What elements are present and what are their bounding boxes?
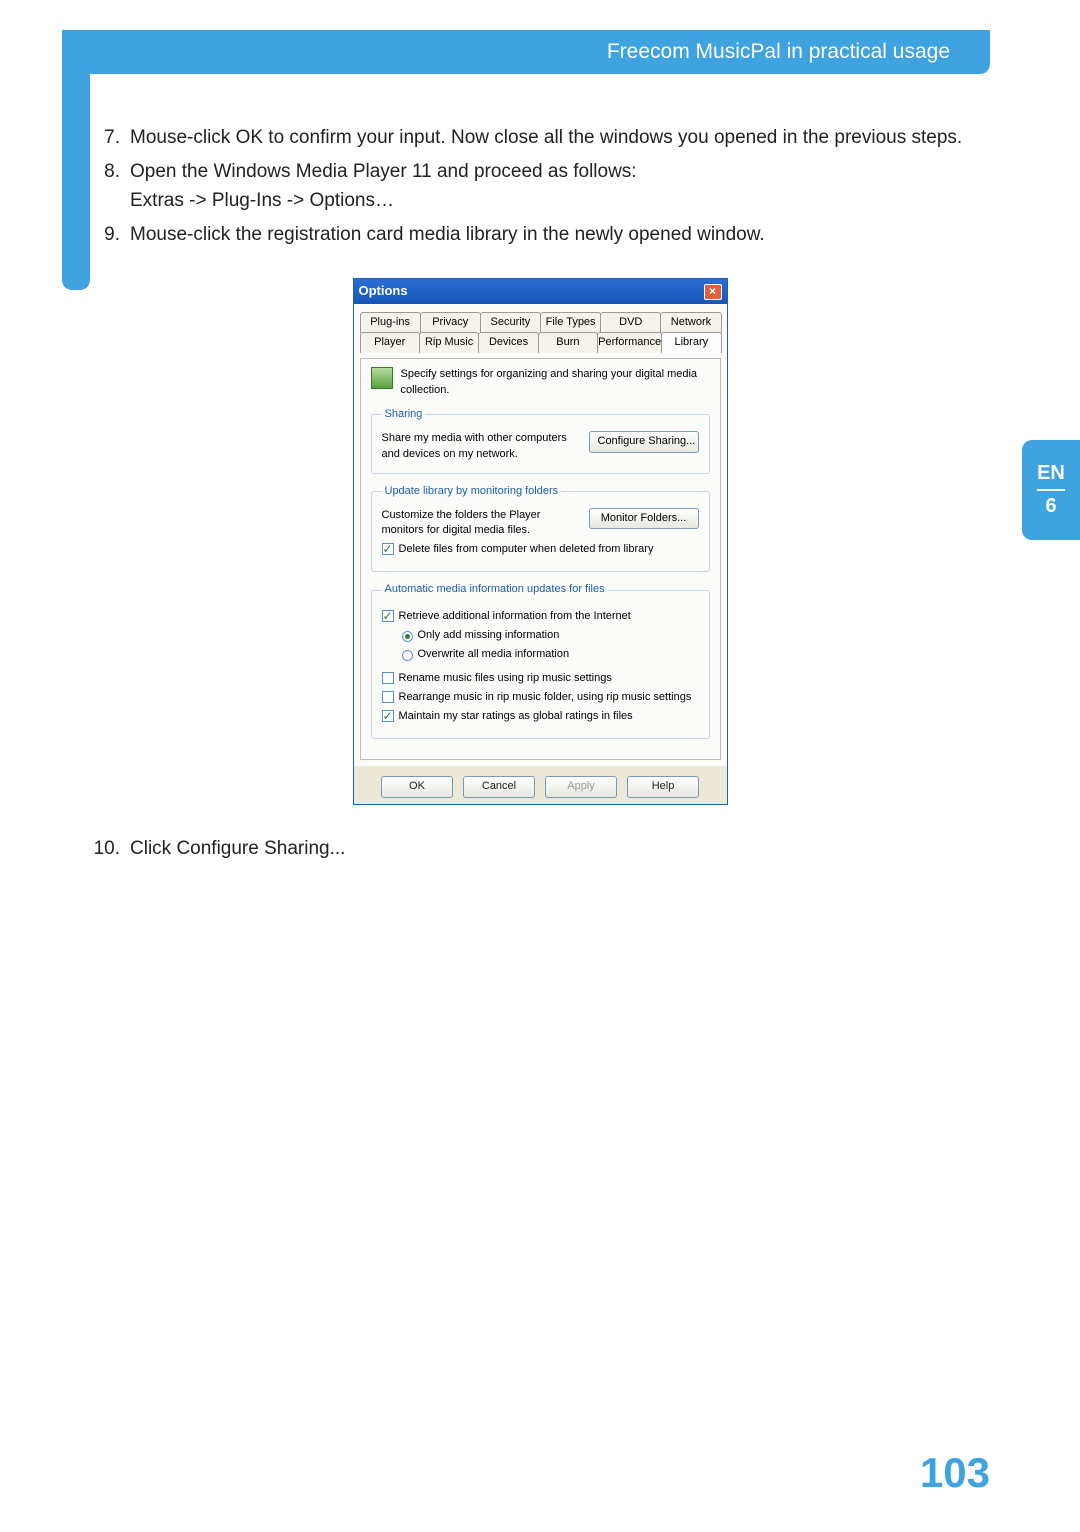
step-text: Mouse-click the registration card media … [130, 221, 990, 249]
side-thumb: EN 6 [1022, 440, 1080, 540]
tab-rip-music[interactable]: Rip Music [419, 332, 479, 353]
delete-files-label: Delete files from computer when deleted … [399, 542, 654, 558]
tabs-row-2: Player Rip Music Devices Burn Performanc… [360, 332, 721, 353]
monitor-folders-button[interactable]: Monitor Folders... [589, 508, 699, 530]
dialog-intro: Specify settings for organizing and shar… [371, 367, 710, 399]
retrieve-info-checkbox[interactable] [382, 610, 394, 622]
side-language: EN [1037, 462, 1065, 485]
rearrange-music-checkbox-row: Rearrange music in rip music folder, usi… [382, 690, 699, 706]
overwrite-all-label: Overwrite all media information [418, 647, 570, 663]
sharing-legend: Sharing [382, 407, 426, 423]
tab-plugins[interactable]: Plug-ins [360, 312, 421, 333]
step-number: 9. [90, 221, 130, 249]
step-7: 7. Mouse-click OK to confirm your input.… [90, 124, 990, 152]
retrieve-info-checkbox-row: Retrieve additional information from the… [382, 609, 699, 625]
only-add-missing-radio[interactable] [402, 631, 413, 642]
delete-files-checkbox-row: Delete files from computer when deleted … [382, 542, 699, 558]
step-number: 10. [90, 835, 130, 863]
only-add-missing-label: Only add missing information [418, 628, 560, 644]
auto-media-info-fieldset: Automatic media information updates for … [371, 582, 710, 739]
tab-performance[interactable]: Performance [597, 332, 662, 353]
rearrange-music-checkbox[interactable] [382, 691, 394, 703]
sharing-fieldset: Sharing Share my media with other comput… [371, 407, 710, 474]
ok-button[interactable]: OK [381, 776, 453, 798]
step-9: 9. Mouse-click the registration card med… [90, 221, 990, 249]
update-library-fieldset: Update library by monitoring folders Cus… [371, 484, 710, 573]
tab-file-types[interactable]: File Types [540, 312, 601, 333]
tab-burn[interactable]: Burn [538, 332, 598, 353]
step-text: Click Configure Sharing... [130, 835, 990, 863]
dialog-titlebar: Options × [354, 279, 727, 304]
step-number: 8. [90, 158, 130, 215]
library-icon [371, 367, 393, 389]
maintain-ratings-checkbox-row: Maintain my star ratings as global ratin… [382, 709, 699, 725]
maintain-ratings-checkbox[interactable] [382, 710, 394, 722]
cancel-button[interactable]: Cancel [463, 776, 535, 798]
maintain-ratings-label: Maintain my star ratings as global ratin… [399, 709, 633, 725]
help-button[interactable]: Help [627, 776, 699, 798]
only-add-missing-radio-row: Only add missing information [402, 628, 699, 644]
tab-library[interactable]: Library [661, 332, 721, 353]
tab-network[interactable]: Network [660, 312, 721, 333]
auto-media-info-legend: Automatic media information updates for … [382, 582, 608, 598]
step-text: Mouse-click OK to confirm your input. No… [130, 124, 990, 152]
header-bar: Freecom MusicPal in practical usage [62, 30, 990, 74]
step-8: 8. Open the Windows Media Player 11 and … [90, 158, 990, 215]
options-dialog-figure: Options × Plug-ins Privacy Security File… [353, 278, 728, 805]
step-text: Open the Windows Media Player 11 and pro… [130, 158, 990, 186]
dialog-button-row: OK Cancel Apply Help [354, 766, 727, 804]
overwrite-all-radio-row: Overwrite all media information [402, 647, 699, 663]
rename-files-checkbox[interactable] [382, 672, 394, 684]
rename-files-label: Rename music files using rip music setti… [399, 671, 612, 687]
close-icon[interactable]: × [704, 284, 722, 300]
tab-dvd[interactable]: DVD [600, 312, 661, 333]
page-title: Freecom MusicPal in practical usage [607, 40, 950, 64]
tab-privacy[interactable]: Privacy [420, 312, 481, 333]
update-library-text: Customize the folders the Player monitor… [382, 508, 581, 540]
overwrite-all-radio[interactable] [402, 650, 413, 661]
tab-devices[interactable]: Devices [478, 332, 538, 353]
apply-button[interactable]: Apply [545, 776, 617, 798]
sharing-text: Share my media with other computers and … [382, 431, 581, 463]
rename-files-checkbox-row: Rename music files using rip music setti… [382, 671, 699, 687]
retrieve-info-label: Retrieve additional information from the… [399, 609, 631, 625]
tab-player[interactable]: Player [360, 332, 420, 353]
dialog-title: Options [359, 282, 408, 301]
dialog-intro-text: Specify settings for organizing and shar… [401, 367, 710, 399]
tab-security[interactable]: Security [480, 312, 541, 333]
side-divider [1037, 489, 1065, 491]
step-10: 10. Click Configure Sharing... [90, 835, 990, 863]
configure-sharing-button[interactable]: Configure Sharing... [589, 431, 699, 453]
tabs-row-1: Plug-ins Privacy Security File Types DVD… [360, 312, 721, 333]
page-number: 103 [920, 1449, 990, 1497]
header-title-bar: Freecom MusicPal in practical usage [62, 30, 990, 74]
update-library-legend: Update library by monitoring folders [382, 484, 562, 500]
step-number: 7. [90, 124, 130, 152]
step-subtext: Extras -> Plug-Ins -> Options… [130, 187, 990, 215]
delete-files-checkbox[interactable] [382, 543, 394, 555]
side-chapter: 6 [1045, 495, 1056, 518]
rearrange-music-label: Rearrange music in rip music folder, usi… [399, 690, 692, 706]
